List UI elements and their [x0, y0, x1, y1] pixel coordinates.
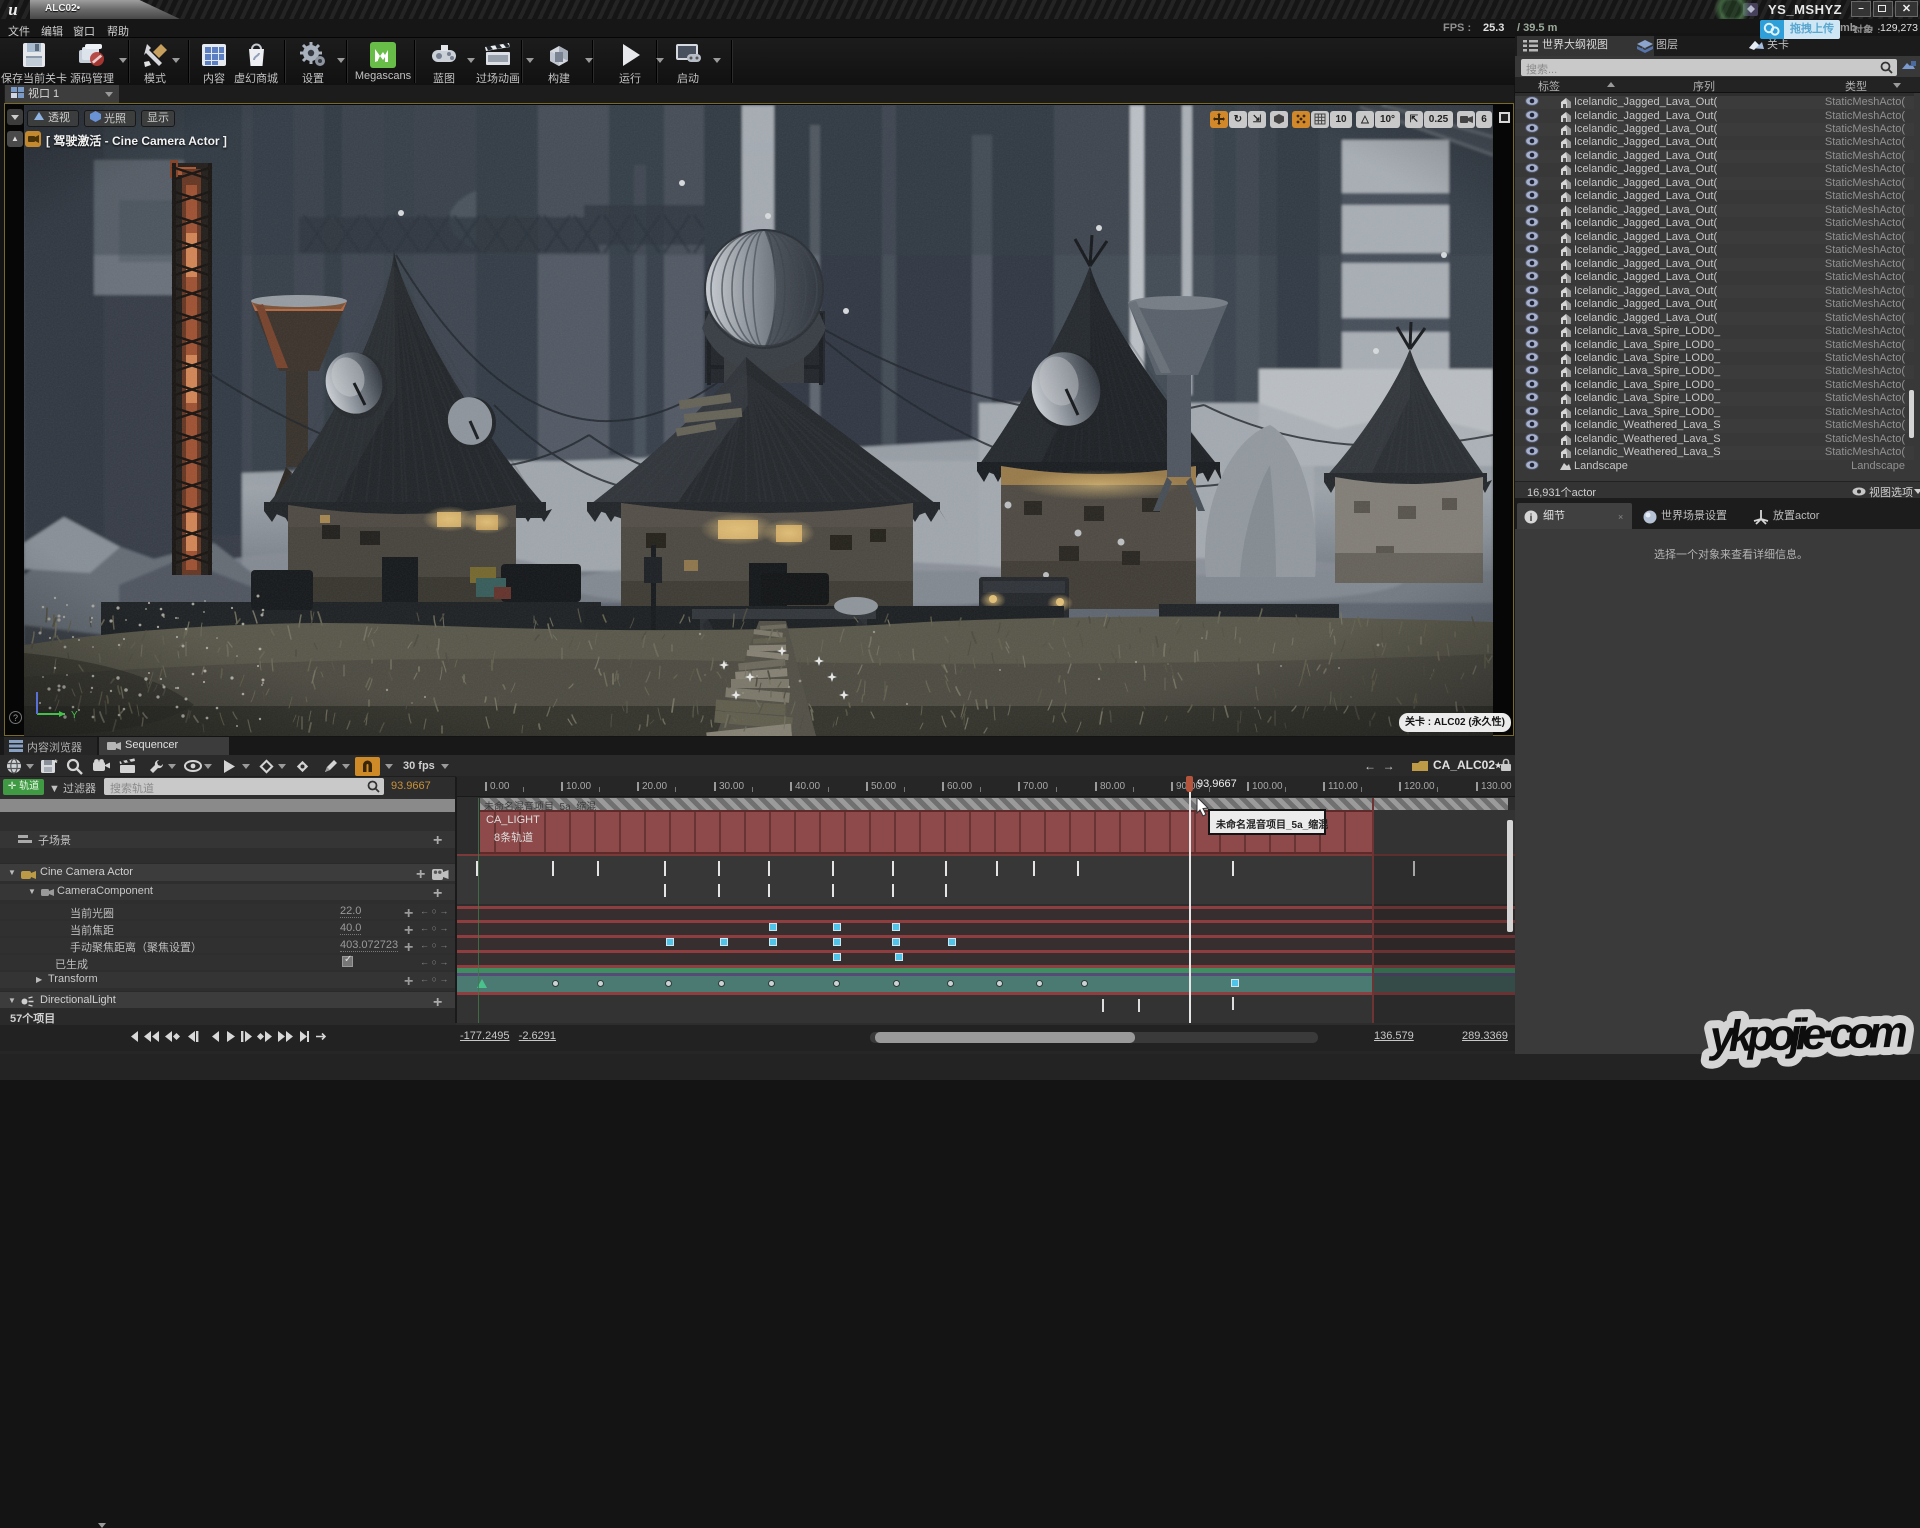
svg-text:ykpojie·com: ykpojie·com [1707, 1007, 1908, 1061]
svg-text:i: i [1530, 513, 1533, 524]
svg-text:Y: Y [71, 710, 78, 721]
svg-text:*: * [54, 758, 58, 768]
